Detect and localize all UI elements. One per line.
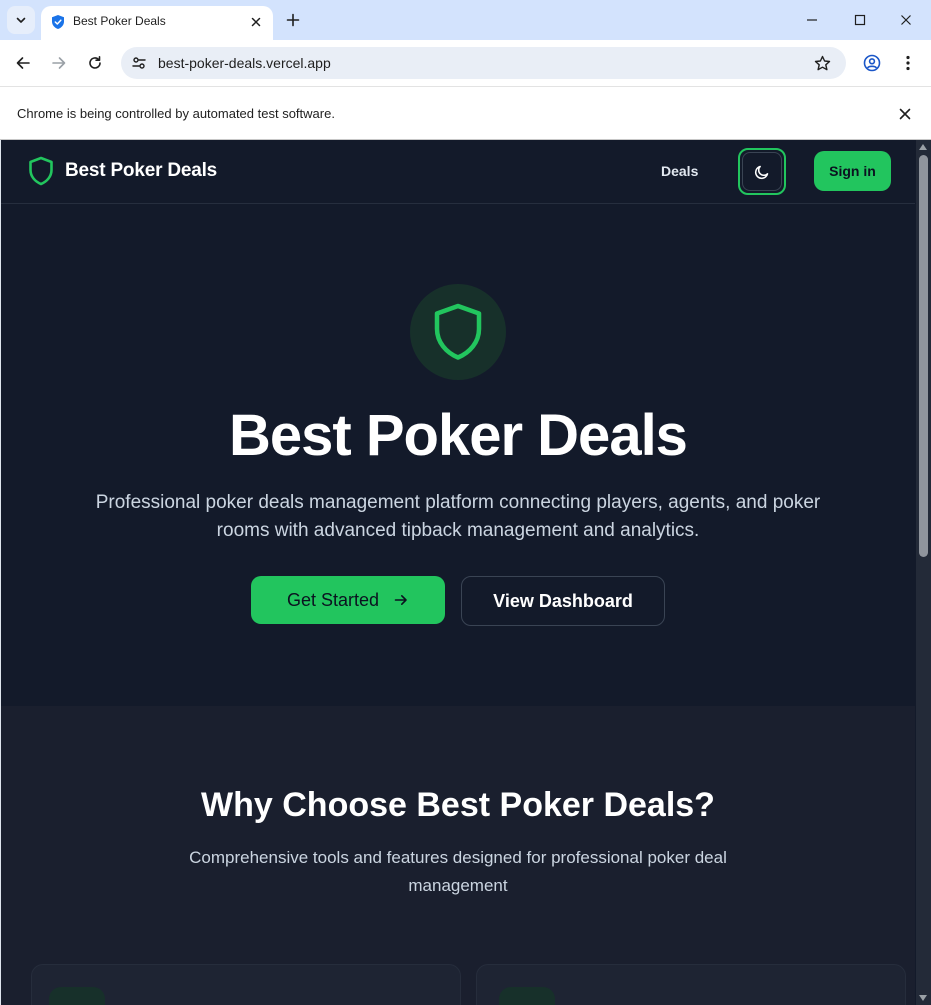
forward-icon [52,57,66,69]
chevron-down-icon [16,17,26,23]
hero-section: Best Poker Deals Professional poker deal… [1,205,915,706]
signin-button[interactable]: Sign in [814,151,891,191]
shield-icon [434,303,482,360]
scroll-thumb[interactable] [919,155,928,557]
infobar-message: Chrome is being controlled by automated … [17,106,335,121]
browser-tab[interactable]: Best Poker Deals [41,6,273,40]
window-close-button[interactable] [891,6,921,34]
brand-name: Best Poker Deals [65,160,218,181]
close-icon [251,17,261,27]
profile-icon [863,54,881,72]
moon-icon [754,165,769,179]
minimize-icon [807,19,817,21]
site-info-icon [132,57,146,69]
brand-logo-link[interactable]: Best Poker Deals [28,156,217,186]
automation-infobar: Chrome is being controlled by automated … [0,86,931,140]
site-info-button[interactable] [129,53,149,73]
tab-title: Best Poker Deals [73,14,166,28]
star-icon [814,55,830,70]
shield-icon [52,15,64,29]
forward-button[interactable] [45,49,73,77]
feature-card [476,964,906,1005]
hero-subtitle: Professional poker deals management plat… [95,492,821,541]
profile-button[interactable] [858,49,886,77]
minimize-button[interactable] [797,6,827,34]
back-icon [16,57,30,69]
tab-strip: Best Poker Deals [0,0,931,40]
view-dashboard-label: View Dashboard [493,590,633,611]
features-subtitle: Comprehensive tools and features designe… [189,848,727,895]
hero-badge [410,284,506,380]
infobar-close-button[interactable] [896,105,914,123]
url-text[interactable]: best-poker-deals.vercel.app [158,55,331,71]
shield-icon [29,156,53,186]
browser-toolbar: best-poker-deals.vercel.app [0,40,931,86]
reload-icon [89,56,101,69]
hero-title: Best Poker Deals [229,403,688,468]
tab-close-button[interactable] [247,13,265,31]
reload-button[interactable] [81,49,109,77]
theme-toggle-button[interactable] [738,148,786,195]
tab-search-button[interactable] [7,6,35,34]
page-scrollbar[interactable] [916,140,931,1005]
maximize-icon [854,14,866,26]
plus-icon [286,13,300,27]
get-started-button[interactable]: Get Started [251,576,445,624]
view-dashboard-button[interactable]: View Dashboard [461,576,665,626]
close-icon [901,15,911,25]
scroll-up-arrow[interactable] [919,144,927,150]
back-button[interactable] [9,49,37,77]
site-header: Best Poker Deals Deals Sign in [1,140,915,204]
get-started-label: Get Started [286,589,380,610]
bookmark-button[interactable] [812,53,832,73]
nav-link-deals[interactable]: Deals [661,163,698,179]
close-icon [899,108,911,120]
address-bar[interactable]: best-poker-deals.vercel.app [121,47,846,79]
features-section: Why Choose Best Poker Deals? Comprehensi… [1,706,915,1005]
maximize-button[interactable] [845,6,875,34]
feature-card-icon [499,987,555,1005]
scroll-down-arrow[interactable] [919,995,927,1001]
new-tab-button[interactable] [282,9,304,31]
feature-card-icon [49,987,105,1005]
page-viewport: Best Poker Deals Deals Sign in Best Poke… [1,140,931,1005]
more-icon [906,55,910,71]
arrow-right-icon [394,595,407,605]
features-title: Why Choose Best Poker Deals? [201,786,715,824]
theme-toggle-inner [742,152,782,191]
feature-card [31,964,461,1005]
menu-button[interactable] [894,49,922,77]
